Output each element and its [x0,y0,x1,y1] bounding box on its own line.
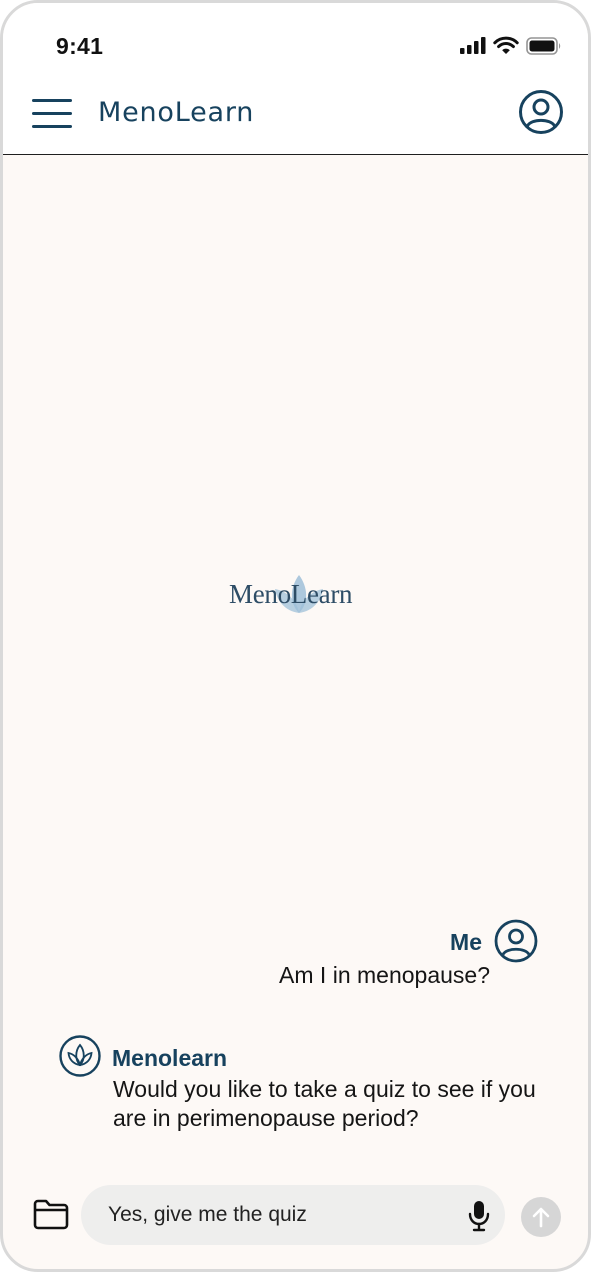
lotus-icon [59,1035,101,1077]
app-title: MenoLearn [98,97,255,128]
message-sender: Me [450,929,482,955]
battery-icon [526,36,561,55]
message-text: Am I in menopause? [279,962,490,988]
center-logo: MenoLearn [229,571,369,617]
phone-frame: 9:41 MenoLearn MenoLearn Me Am I in meno… [0,0,591,1272]
arrow-up-icon [532,1207,550,1228]
status-icons [460,36,562,55]
folder-icon[interactable] [32,1198,70,1230]
status-bar: 9:41 [3,3,588,83]
hamburger-menu-icon[interactable] [32,97,74,131]
message-composer [81,1185,505,1245]
app-header: MenoLearn [3,83,588,155]
send-button[interactable] [521,1197,561,1237]
message-sender: Menolearn [112,1045,228,1071]
message-text: Would you like to take a quiz to see if … [113,1076,536,1131]
wifi-icon [493,36,519,54]
status-time: 9:41 [56,33,104,59]
message-input[interactable] [108,1199,448,1231]
user-message: Me Am I in menopause? [208,917,538,997]
user-profile-icon [494,919,538,963]
signal-icon [460,37,486,54]
bot-message: Menolearn Would you like to take a quiz … [59,1035,539,1145]
logo-text: MenoLearn [229,579,353,609]
microphone-icon[interactable] [467,1200,491,1232]
user-profile-icon[interactable] [518,89,564,135]
